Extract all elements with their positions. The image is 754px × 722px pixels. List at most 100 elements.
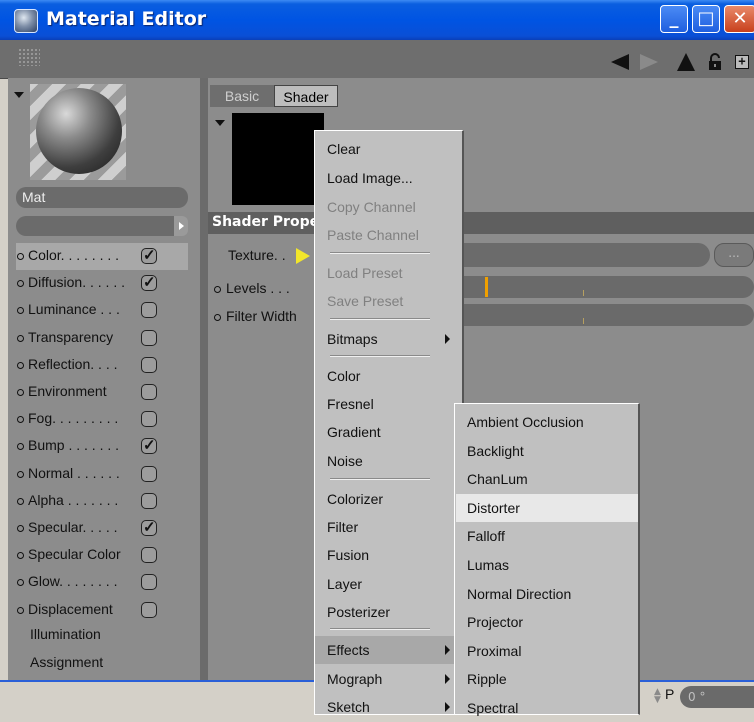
illumination-item[interactable]: Illumination <box>30 626 101 642</box>
levels-marker[interactable] <box>485 277 488 297</box>
channel-checkbox[interactable] <box>141 574 157 590</box>
effects-item-lumas[interactable]: Lumas <box>456 551 638 579</box>
grip-icon[interactable] <box>18 48 40 66</box>
tab-shader[interactable]: Shader <box>274 85 338 107</box>
channel-checkbox[interactable] <box>141 602 157 618</box>
menu-item-save-preset: Save Preset <box>315 287 461 315</box>
menu-item-effects[interactable]: Effects <box>315 636 461 664</box>
submenu-arrow-icon <box>445 702 450 712</box>
channel-row[interactable]: Diffusion. . . . . . <box>16 270 188 297</box>
channel-label: Normal . . . . . . <box>28 465 120 481</box>
menu-item-clear[interactable]: Clear <box>315 135 461 163</box>
channel-checkbox[interactable] <box>141 384 157 400</box>
channel-row[interactable]: Specular. . . . . <box>16 515 188 542</box>
menu-item-fresnel[interactable]: Fresnel <box>315 390 461 418</box>
channel-bullet-icon <box>17 416 24 423</box>
effects-item-label: Lumas <box>467 557 510 573</box>
channel-label: Transparency <box>28 329 114 345</box>
back-arrow-icon[interactable] <box>611 54 629 70</box>
effects-item-chanlum[interactable]: ChanLum <box>456 465 638 493</box>
menu-item-label: Clear <box>327 141 361 157</box>
menu-item-noise[interactable]: Noise <box>315 447 461 475</box>
menu-item-bitmaps[interactable]: Bitmaps <box>315 325 461 353</box>
effects-item-spectral[interactable]: Spectral <box>456 694 638 722</box>
slider-arrow-button[interactable] <box>174 216 188 236</box>
texture-menu-arrow-icon[interactable] <box>296 248 310 264</box>
channel-row[interactable]: Alpha . . . . . . . <box>16 488 188 515</box>
channel-label: Environment <box>28 383 107 399</box>
material-slider[interactable] <box>16 216 174 236</box>
menu-item-gradient[interactable]: Gradient <box>315 418 461 446</box>
expand-icon[interactable]: + <box>735 55 749 69</box>
texture-browse-button[interactable]: ... <box>714 243 754 267</box>
assignment-item[interactable]: Assignment <box>30 654 103 670</box>
channel-checkbox[interactable] <box>141 273 157 291</box>
channel-checkbox[interactable] <box>141 330 157 346</box>
effects-item-normal-direction[interactable]: Normal Direction <box>456 580 638 608</box>
shader-preview[interactable] <box>232 113 324 205</box>
channel-row[interactable]: Bump . . . . . . . <box>16 433 188 460</box>
menu-item-posterizer[interactable]: Posterizer <box>315 598 461 626</box>
channel-row[interactable]: Luminance . . . <box>16 297 188 324</box>
channel-checkbox[interactable] <box>141 466 157 482</box>
levels-slider[interactable] <box>462 276 754 298</box>
channel-row[interactable]: Color. . . . . . . . <box>16 243 188 270</box>
material-name-field[interactable]: Mat <box>16 187 188 208</box>
filter-width-slider[interactable] <box>462 304 754 326</box>
tab-basic[interactable]: Basic <box>210 85 274 107</box>
effects-item-label: Distorter <box>467 500 520 516</box>
channel-checkbox[interactable] <box>141 357 157 373</box>
panel-divider[interactable] <box>200 78 208 680</box>
channel-checkbox[interactable] <box>141 302 157 318</box>
levels-tick <box>583 290 584 296</box>
p-field[interactable]: 0 ° <box>680 686 754 708</box>
lock-icon[interactable] <box>708 53 722 71</box>
menu-item-color[interactable]: Color <box>315 362 461 390</box>
channel-checkbox[interactable] <box>141 518 157 536</box>
effects-item-projector[interactable]: Projector <box>456 608 638 636</box>
channel-row[interactable]: Environment <box>16 379 188 406</box>
channel-row[interactable]: Normal . . . . . . <box>16 461 188 488</box>
menu-item-mograph[interactable]: Mograph <box>315 665 461 693</box>
effects-item-ambient-occlusion[interactable]: Ambient Occlusion <box>456 408 638 436</box>
channel-checkbox[interactable] <box>141 436 157 454</box>
minimize-button[interactable]: _ <box>660 5 688 33</box>
channel-label: Reflection. . . . <box>28 356 118 372</box>
channel-bullet-icon <box>17 389 24 396</box>
menu-item-layer[interactable]: Layer <box>315 570 461 598</box>
channel-checkbox[interactable] <box>141 411 157 427</box>
menu-item-colorizer[interactable]: Colorizer <box>315 485 461 513</box>
channel-label: Specular Color <box>28 546 121 562</box>
forward-arrow-icon[interactable] <box>640 54 658 70</box>
channel-checkbox[interactable] <box>141 547 157 563</box>
menu-item-paste-channel: Paste Channel <box>315 221 461 249</box>
effects-item-ripple[interactable]: Ripple <box>456 665 638 693</box>
menu-item-load-image[interactable]: Load Image... <box>315 164 461 192</box>
menu-item-filter[interactable]: Filter <box>315 513 461 541</box>
effects-item-label: Normal Direction <box>467 586 572 602</box>
channel-row[interactable]: Displacement <box>16 597 188 624</box>
channel-row[interactable]: Specular Color <box>16 542 188 569</box>
channel-checkbox[interactable] <box>141 493 157 509</box>
close-button[interactable]: ✕ <box>724 5 754 33</box>
menu-item-sketch[interactable]: Sketch <box>315 693 461 721</box>
effects-item-backlight[interactable]: Backlight <box>456 437 638 465</box>
maximize-button[interactable]: □ <box>692 5 720 33</box>
channel-row[interactable]: Glow. . . . . . . . <box>16 569 188 596</box>
shader-menu-arrow-icon[interactable] <box>215 120 225 126</box>
menu-item-label: Fusion <box>327 547 370 563</box>
preview-menu-arrow-icon[interactable] <box>14 92 24 98</box>
menu-item-fusion[interactable]: Fusion <box>315 541 461 569</box>
effects-item-label: Ambient Occlusion <box>467 414 584 430</box>
effects-item-falloff[interactable]: Falloff <box>456 522 638 550</box>
texture-field[interactable] <box>462 243 710 267</box>
up-arrow-icon[interactable] <box>677 53 695 71</box>
p-spinner-icon[interactable]: ▲ ▼ <box>654 688 662 705</box>
effects-item-distorter[interactable]: Distorter <box>456 494 638 522</box>
channel-row[interactable]: Fog. . . . . . . . . <box>16 406 188 433</box>
channel-row[interactable]: Reflection. . . . <box>16 352 188 379</box>
channel-checkbox[interactable] <box>141 246 157 264</box>
menu-separator <box>330 252 430 254</box>
effects-item-proximal[interactable]: Proximal <box>456 637 638 665</box>
channel-row[interactable]: Transparency <box>16 325 188 352</box>
